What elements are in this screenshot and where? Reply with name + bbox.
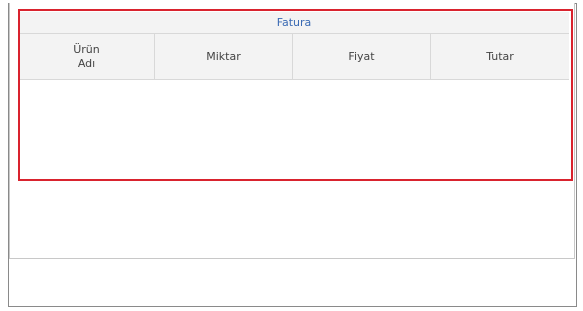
column-header-product-name[interactable]: Ürün Adı — [19, 34, 155, 79]
column-header-quantity[interactable]: Miktar — [155, 34, 293, 79]
column-header-total[interactable]: Tutar — [431, 34, 569, 79]
column-header-price[interactable]: Fiyat — [293, 34, 431, 79]
column-header-row: Ürün Adı Miktar Fiyat Tutar — [19, 34, 569, 80]
grid-caption: Fatura — [19, 12, 569, 34]
grid-rows-area[interactable] — [19, 80, 569, 179]
